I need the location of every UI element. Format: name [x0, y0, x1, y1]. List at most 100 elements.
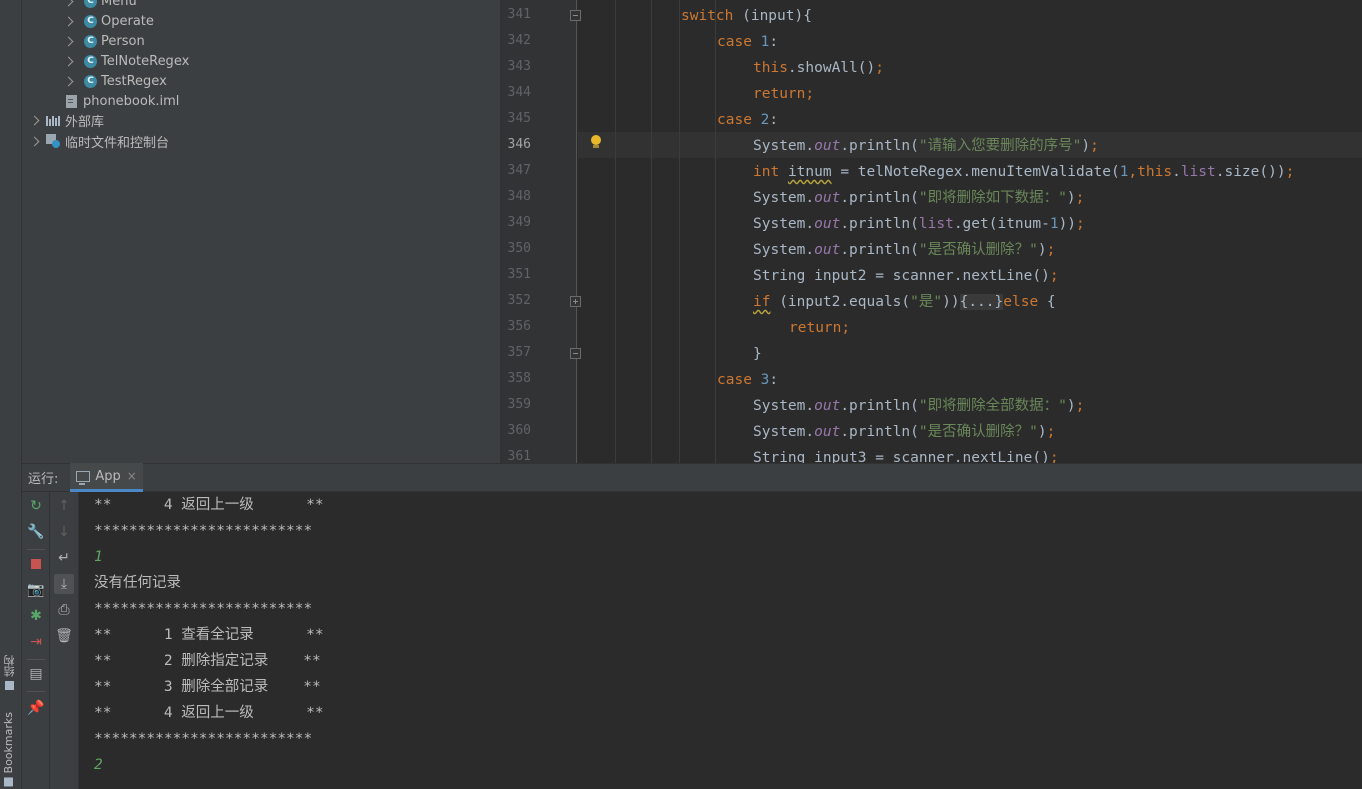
camera-icon[interactable]: 📷	[27, 582, 44, 598]
code-line: switch (input){	[681, 8, 812, 24]
bookmarks-tab-label: Bookmarks	[2, 712, 15, 774]
toolbar-separator	[27, 549, 45, 550]
toolbar-separator	[27, 659, 45, 660]
close-icon[interactable]: ×	[127, 469, 137, 483]
structure-icon	[5, 681, 15, 690]
chevron-right-icon[interactable]	[28, 114, 40, 126]
tree-item-menu[interactable]: C Menu	[62, 0, 137, 11]
code-line: String input3 = scanner.nextLine();	[753, 450, 1059, 463]
chevron-right-icon[interactable]	[62, 0, 74, 7]
code-line: if (input2.equals("是")){...}else {	[753, 294, 1056, 310]
run-label: 运行:	[28, 472, 59, 487]
line-number: 356	[507, 319, 531, 334]
code-editor[interactable]: 341 342 343 344 345 346 347 348 349 350 …	[501, 0, 1362, 463]
line-number-current: 346	[507, 137, 531, 152]
indent-guide	[651, 0, 652, 463]
stop-button[interactable]	[28, 556, 44, 572]
lightbulb-icon[interactable]	[590, 135, 602, 151]
code-line: int itnum = telNoteRegex.menuItemValidat…	[753, 164, 1295, 180]
line-number: 358	[507, 371, 531, 386]
tree-item-external-libraries[interactable]: 外部库	[28, 110, 104, 130]
line-number: 350	[507, 241, 531, 256]
tree-item-label: phonebook.iml	[83, 93, 180, 109]
tree-item-label: Menu	[101, 0, 137, 9]
console-line: *************************	[94, 523, 313, 539]
debug-icon[interactable]: ✱	[28, 608, 44, 624]
tree-item-scratches[interactable]: 临时文件和控制台	[28, 131, 169, 151]
scroll-to-end-icon[interactable]: ⤓	[54, 574, 74, 594]
soft-wrap-icon[interactable]: ↵	[56, 550, 72, 566]
indent-guide	[679, 0, 680, 463]
line-number: 345	[507, 111, 531, 126]
tree-item-label: TelNoteRegex	[101, 53, 190, 69]
console-input-line: 1	[94, 549, 103, 565]
trash-icon[interactable]: 🗑	[55, 628, 73, 644]
line-number: 341	[507, 7, 531, 22]
line-number: 352	[507, 293, 531, 308]
chevron-right-icon[interactable]	[62, 75, 74, 87]
wrench-icon[interactable]: 🔧	[27, 524, 44, 540]
code-line: System.out.println("即将删除如下数据：");	[753, 190, 1085, 206]
tree-item-person[interactable]: C Person	[62, 31, 145, 51]
tree-item-label: 临时文件和控制台	[65, 135, 170, 151]
code-line: case 1:	[717, 34, 779, 50]
toolbar-separator	[27, 691, 45, 692]
console-line: 没有任何记录	[94, 575, 181, 591]
arrow-down-icon[interactable]: ↓	[56, 524, 72, 540]
class-icon: C	[84, 14, 97, 28]
library-icon	[46, 114, 60, 126]
line-number: 361	[507, 449, 531, 463]
run-panel-header: 运行: App ×	[22, 463, 1362, 492]
indent-guide	[615, 0, 616, 463]
console-line: *************************	[94, 601, 313, 617]
chevron-right-icon[interactable]	[28, 135, 40, 147]
tree-item-testregex[interactable]: C TestRegex	[62, 71, 167, 91]
console-input-line: 2	[94, 757, 103, 773]
code-line: this.showAll();	[753, 60, 884, 76]
class-icon: C	[84, 0, 97, 8]
fold-collapse-icon[interactable]	[570, 10, 581, 21]
bookmark-icon	[4, 777, 13, 787]
run-tab-app[interactable]: App ×	[70, 463, 143, 492]
structure-tab[interactable]: 结构	[2, 655, 18, 690]
structure-tab-label: 结构	[3, 655, 16, 677]
arrow-up-icon[interactable]: ↑	[56, 498, 72, 514]
tree-item-telnoteregex[interactable]: C TelNoteRegex	[62, 51, 189, 71]
pin-icon[interactable]: 📌	[27, 700, 44, 716]
layout-icon[interactable]: ▤	[28, 666, 44, 682]
code-line: return;	[753, 86, 815, 102]
tree-item-phonebook-iml[interactable]: phonebook.iml	[66, 91, 179, 111]
left-tool-strip: 结构 Bookmarks	[0, 0, 22, 789]
tree-item-operate[interactable]: C Operate	[62, 11, 154, 31]
print-icon[interactable]: ⎙	[56, 602, 72, 618]
line-number: 359	[507, 397, 531, 412]
chevron-right-icon[interactable]	[62, 55, 74, 67]
tree-item-label: Operate	[101, 13, 154, 29]
run-toolbar-primary: ↻ 🔧 📷 ✱ ⇥ ▤ 📌	[22, 492, 50, 789]
console-line: ** 4 返回上一级 **	[94, 705, 324, 721]
rerun-icon[interactable]: ↻	[28, 498, 44, 514]
chevron-right-icon[interactable]	[62, 15, 74, 27]
class-icon: C	[84, 34, 97, 48]
console-output[interactable]: ** 4 返回上一级 ** ************************* …	[80, 492, 1362, 789]
exit-icon[interactable]: ⇥	[28, 634, 44, 650]
line-number: 344	[507, 85, 531, 100]
module-file-icon	[66, 94, 77, 108]
line-number: 348	[507, 189, 531, 204]
fold-collapse-icon[interactable]	[570, 348, 581, 359]
project-tree: C Menu C Operate C Person C TelNoteRegex…	[22, 0, 501, 463]
code-line: String input2 = scanner.nextLine();	[753, 268, 1059, 284]
class-icon: C	[84, 54, 97, 68]
line-number: 342	[507, 33, 531, 48]
code-line: }	[753, 346, 762, 362]
stop-icon	[31, 559, 41, 569]
tree-item-label: TestRegex	[101, 73, 167, 89]
bookmarks-tab[interactable]: Bookmarks	[2, 712, 15, 787]
console-line: ** 2 删除指定记录 **	[94, 653, 321, 669]
indent-guide	[715, 0, 716, 463]
line-number: 347	[507, 163, 531, 178]
chevron-right-icon[interactable]	[62, 35, 74, 47]
fold-expand-icon[interactable]	[570, 296, 581, 307]
console-line: *************************	[94, 731, 313, 747]
line-number: 343	[507, 59, 531, 74]
